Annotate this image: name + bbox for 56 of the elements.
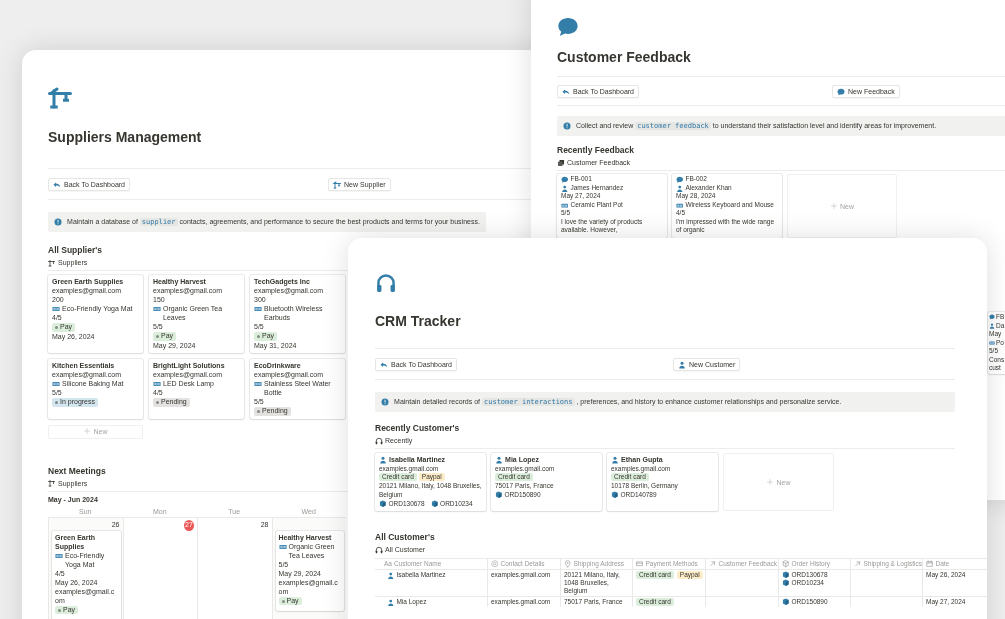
page-title: Customer Feedback: [557, 48, 692, 66]
info-icon: [54, 217, 63, 226]
crane-icon: [48, 479, 57, 488]
chat-bubble-icon: [557, 16, 579, 38]
cube-icon: [495, 491, 503, 499]
back-arrow-icon: [53, 180, 62, 189]
chat-bubble-icon: [561, 176, 569, 184]
section-heading: Recently Customer's: [375, 422, 460, 434]
page-title: Suppliers Management: [48, 128, 203, 146]
cube-icon: [611, 491, 619, 499]
stack-icon: [557, 158, 566, 167]
cube-icon: [430, 500, 439, 508]
product-icon: [676, 201, 684, 209]
chat-bubble-icon: [837, 87, 846, 96]
chat-bubble-icon: [676, 176, 684, 184]
calendar-icon: [926, 560, 934, 568]
cube-icon: [782, 560, 790, 568]
person-icon: [678, 360, 687, 369]
person-icon: [611, 456, 620, 465]
cube-icon: [379, 500, 387, 508]
product-icon: [278, 542, 287, 551]
arrow-icon: [854, 560, 862, 568]
page-title: CRM Tracker: [375, 312, 462, 330]
person-icon: [676, 184, 684, 192]
arrow-icon: [709, 560, 717, 568]
crane-icon: [48, 86, 72, 110]
person-icon: [495, 456, 504, 465]
product-icon: [561, 201, 569, 209]
plus-icon: [829, 201, 838, 210]
headphones-icon: [375, 436, 384, 445]
person-icon: [561, 184, 569, 192]
headphones-icon: [375, 545, 384, 554]
cube-icon: [782, 598, 790, 606]
pin-icon: [564, 560, 572, 568]
plus-icon: [83, 427, 92, 436]
crane-icon: [333, 180, 342, 189]
plus-icon: [766, 477, 775, 486]
crane-icon: [48, 258, 57, 267]
section-heading: All Customer's: [375, 531, 435, 543]
product-icon: [55, 551, 64, 560]
card-icon: [636, 560, 644, 568]
headphones-icon: [375, 272, 397, 294]
person-icon: [387, 572, 395, 580]
chat-bubble-icon: [989, 314, 995, 320]
section-heading: Recently Feedback: [557, 144, 634, 156]
info-icon: [563, 121, 572, 130]
at-icon: [491, 560, 499, 568]
info-icon: [381, 397, 390, 406]
person-icon: [989, 322, 995, 329]
product-icon: [989, 339, 995, 346]
back-arrow-icon: [380, 360, 389, 369]
back-arrow-icon: [562, 87, 571, 96]
person-icon: [387, 599, 395, 607]
section-heading: All Supplier's: [48, 244, 102, 256]
person-icon: [379, 456, 388, 465]
section-heading: Next Meetings: [48, 464, 106, 477]
